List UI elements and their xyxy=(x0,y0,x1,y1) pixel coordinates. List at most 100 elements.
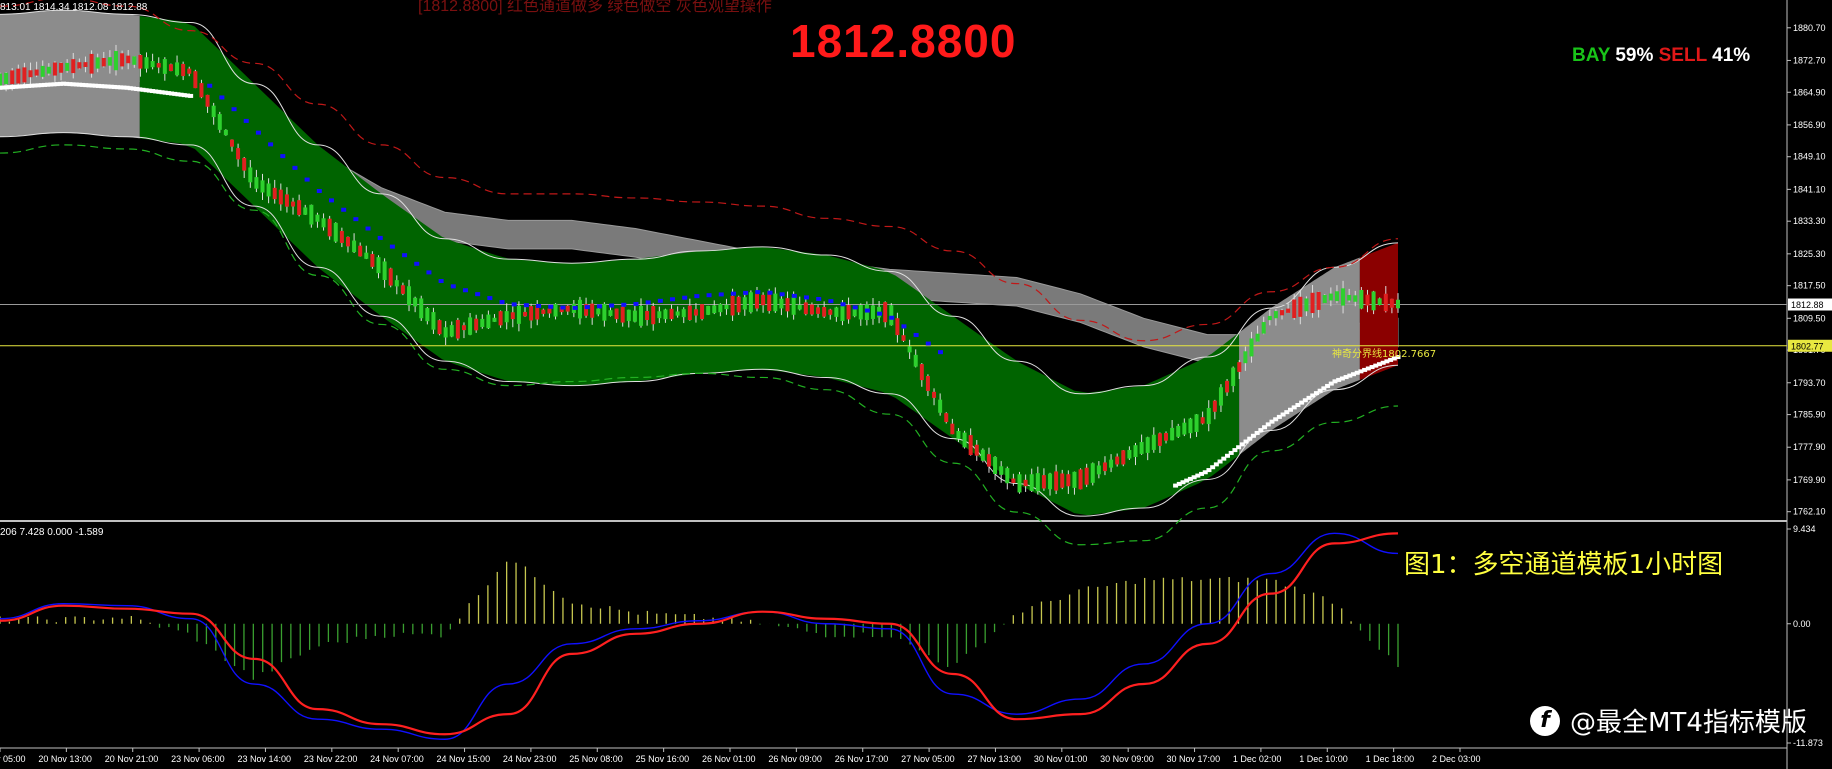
candle-body xyxy=(913,354,918,367)
candle-body xyxy=(52,62,57,76)
candle-body xyxy=(168,64,173,72)
candle-body xyxy=(425,308,430,322)
current-price-tag-label: 1812.88 xyxy=(1791,300,1824,310)
candle-body xyxy=(1182,422,1187,435)
down-marker xyxy=(304,177,310,182)
candle-body xyxy=(687,305,692,320)
figure-caption: 图1：多空通道模板1小时图 xyxy=(1404,550,1724,580)
candle-body xyxy=(266,183,271,197)
candle-body xyxy=(693,309,698,316)
candle-body xyxy=(968,435,973,456)
candle-body xyxy=(1371,291,1376,311)
down-marker xyxy=(462,288,468,293)
candle-body xyxy=(816,307,821,314)
x-tick-label: 30 Nov 17:00 xyxy=(1167,754,1221,764)
candle-body xyxy=(523,311,528,317)
candle-body xyxy=(376,257,381,274)
y-tick-label: 1785.90 xyxy=(1793,410,1826,420)
candle-body xyxy=(803,302,808,315)
candle-body xyxy=(1011,478,1016,484)
candle-body xyxy=(71,59,76,74)
x-tick-label: 23 Nov 14:00 xyxy=(237,754,291,764)
down-marker xyxy=(877,311,883,316)
y-tick-label: 1864.90 xyxy=(1793,87,1826,97)
candle-body xyxy=(217,114,222,130)
candle-body xyxy=(77,62,82,69)
candle-body xyxy=(632,310,637,322)
candle-body xyxy=(730,295,735,316)
x-tick-label: 24 Nov 15:00 xyxy=(437,754,491,764)
candle-body xyxy=(126,55,131,64)
candle-body xyxy=(1273,311,1278,319)
candle-body xyxy=(846,304,851,320)
x-tick-label: 25 Nov 08:00 xyxy=(569,754,623,764)
candle-body xyxy=(1334,291,1339,302)
candle-body xyxy=(1066,474,1071,487)
candle-body xyxy=(291,201,296,207)
candle-body xyxy=(327,218,332,237)
candle-body xyxy=(199,83,204,98)
candle-body xyxy=(132,56,137,65)
candle-body xyxy=(1328,293,1333,301)
down-marker xyxy=(852,305,858,310)
candle-body xyxy=(419,298,424,319)
buy-label: BAY xyxy=(1572,45,1611,66)
boundary-annotation: 神奇分界线1802.7667 xyxy=(1332,347,1436,360)
down-marker xyxy=(402,253,408,258)
x-tick-label: 30 Nov 09:00 xyxy=(1100,754,1154,764)
candle-body xyxy=(1212,400,1217,412)
candle-body xyxy=(205,94,210,107)
candle-body xyxy=(883,302,888,323)
candle-body xyxy=(187,68,192,74)
candle-body xyxy=(10,70,15,85)
candle-body xyxy=(919,364,924,381)
candle-body xyxy=(510,312,515,320)
down-marker xyxy=(694,294,700,299)
buy-pct: 59% xyxy=(1615,45,1654,66)
candle-body xyxy=(1005,468,1010,484)
candle-body xyxy=(1383,293,1388,312)
down-marker xyxy=(523,303,529,308)
candle-body xyxy=(236,148,241,160)
down-marker xyxy=(925,341,931,346)
down-marker xyxy=(219,95,225,100)
candle-body xyxy=(46,66,51,74)
candle-body xyxy=(352,240,357,253)
down-marker xyxy=(560,305,566,310)
candle-body xyxy=(339,230,344,243)
y-tick-label: 1777.90 xyxy=(1793,442,1826,452)
candle-body xyxy=(260,180,265,193)
candle-body xyxy=(407,286,412,306)
down-marker xyxy=(609,303,615,308)
candle-body xyxy=(1359,290,1364,309)
down-marker xyxy=(426,270,432,275)
candle-body xyxy=(748,292,753,313)
down-marker xyxy=(633,301,639,306)
candle-body xyxy=(1249,338,1254,357)
watermark: f @最全MT4指标模版 xyxy=(1530,702,1807,739)
candle-body xyxy=(1243,351,1248,364)
candle-body xyxy=(400,285,405,294)
candle-body xyxy=(89,53,94,74)
candle-body xyxy=(608,310,613,316)
candle-body xyxy=(1255,333,1260,342)
y-tick-label: 1880.70 xyxy=(1793,23,1826,33)
candle-body xyxy=(498,311,503,326)
candle-body xyxy=(1286,308,1291,313)
y-tick-label: 1841.10 xyxy=(1793,184,1826,194)
down-marker xyxy=(377,235,383,240)
feather-logo-icon: f xyxy=(1530,705,1560,736)
x-tick-label: 24 Nov 07:00 xyxy=(370,754,424,764)
candle-body xyxy=(284,194,289,207)
down-marker xyxy=(596,304,602,309)
down-marker xyxy=(207,83,213,88)
candle-body xyxy=(1041,475,1046,489)
x-tick-label: 1 Dec 02:00 xyxy=(1233,754,1282,764)
channel-neutral-segment-1 xyxy=(0,10,140,139)
candle-body xyxy=(712,305,717,314)
candle-body xyxy=(144,57,149,69)
candle-body xyxy=(895,318,900,336)
candle-body xyxy=(736,296,741,313)
candle-body xyxy=(1127,449,1132,459)
candle-body xyxy=(1084,467,1089,485)
